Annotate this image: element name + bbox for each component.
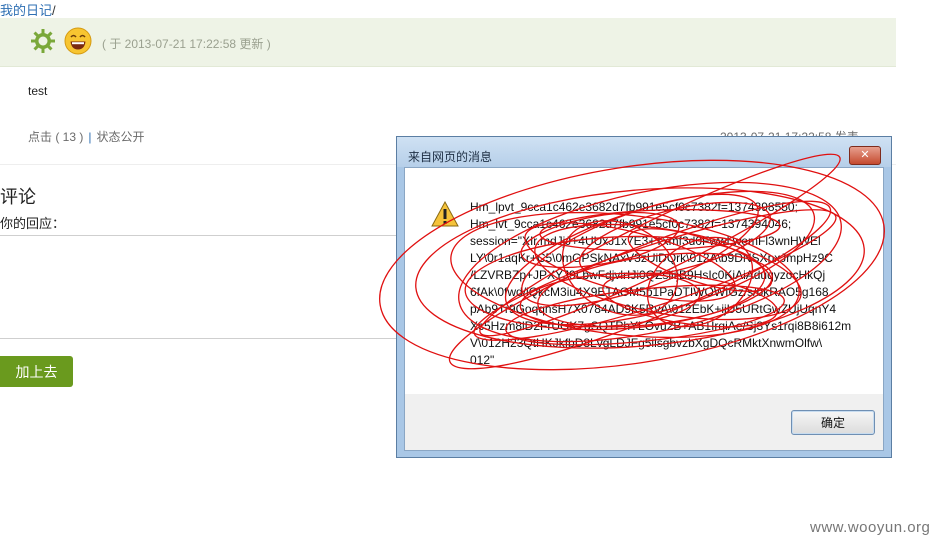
alert-dialog: 来自网页的消息 ✕ Hm_lpvt_9cca1c462e3682d7fb991e… xyxy=(396,136,892,458)
breadcrumb: 我的日记/ xyxy=(0,0,56,19)
watermark: www.wooyun.org xyxy=(810,519,931,536)
dialog-titlebar[interactable]: 来自网页的消息 ✕ xyxy=(397,137,891,167)
warning-icon xyxy=(431,200,459,230)
post-meta: 点击 ( 13 ) | 状态公开 xyxy=(28,128,144,145)
dialog-content: Hm_lpvt_9cca1c462e3682d7fb991e5cf0c7382f… xyxy=(405,168,883,394)
privacy-status: 状态公开 xyxy=(96,130,145,144)
post-header: ( 于 2013-07-21 17:22:58 更新 ) xyxy=(0,18,896,67)
post-body: test xyxy=(28,84,48,98)
meta-separator: | xyxy=(88,130,92,144)
reply-textarea[interactable] xyxy=(0,235,405,339)
breadcrumb-separator: / xyxy=(52,3,56,18)
breadcrumb-diary-link[interactable]: 我的日记 xyxy=(0,3,52,18)
smiley-icon xyxy=(64,27,92,58)
submit-reply-button[interactable]: 加上去 xyxy=(0,356,73,387)
comments-title: 评论 xyxy=(0,187,36,207)
ok-button[interactable]: 确定 xyxy=(791,410,875,435)
reply-label: 你的回应： xyxy=(0,216,66,231)
gear-icon xyxy=(31,29,55,56)
dialog-title: 来自网页的消息 xyxy=(408,150,493,164)
update-time: ( 于 2013-07-21 17:22:58 更新 ) xyxy=(102,37,271,51)
dialog-close-button[interactable]: ✕ xyxy=(849,146,881,165)
dialog-client: Hm_lpvt_9cca1c462e3682d7fb991e5cf0c7382f… xyxy=(404,167,884,451)
alert-message: Hm_lpvt_9cca1c462e3682d7fb991e5cf0c7382f… xyxy=(470,200,852,367)
click-count: 点击 ( 13 ) xyxy=(28,130,84,144)
